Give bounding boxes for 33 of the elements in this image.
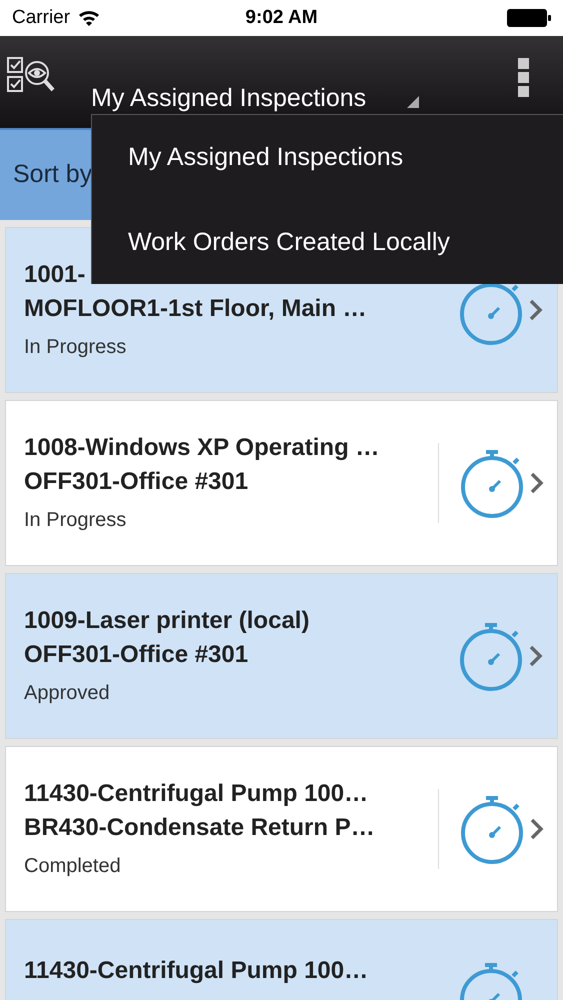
record-location: MOFLOOR1-1st Floor, Main …: [24, 294, 368, 324]
record-status: Approved: [24, 681, 111, 706]
record-card[interactable]: 11430-Centrifugal Pump 100… BR430-Condensate Return P… Completed: [5, 746, 558, 912]
record-location: OFF301-Office #301: [24, 467, 250, 497]
stopwatch-icon: [459, 447, 525, 519]
dropdown-caret-icon: [407, 96, 419, 108]
chevron-right-icon: [529, 645, 543, 667]
chevron-right-icon: [529, 299, 543, 321]
record-card[interactable]: 1008-Windows XP Operating … OFF301-Office #301 In Progress: [5, 400, 558, 566]
record-title: 11430-Centrifugal Pump 100…: [24, 956, 370, 986]
record-status: In Progress: [24, 335, 128, 360]
record-title: 11430-Centrifugal Pump 100…: [24, 779, 370, 809]
record-title: 1001-: [24, 260, 86, 290]
record-status: Completed: [24, 854, 122, 879]
stopwatch-icon: [459, 793, 525, 865]
stopwatch-icon: [458, 620, 524, 692]
record-status: In Progress: [24, 508, 128, 533]
battery-icon: [507, 9, 551, 27]
carrier-name: Carrier: [12, 6, 70, 30]
menu-item[interactable]: My Assigned Inspections: [92, 115, 563, 200]
record-card[interactable]: 11430-Centrifugal Pump 100…: [5, 919, 558, 1000]
more-options-icon[interactable]: [518, 58, 529, 98]
record-title: 1009-Laser printer (local): [24, 606, 310, 636]
record-location: BR430-Condensate Return P…: [24, 813, 376, 843]
view-title[interactable]: My Assigned Inspections: [91, 80, 366, 118]
inspection-checklist-icon[interactable]: [7, 57, 55, 95]
wifi-icon: [78, 10, 100, 26]
chevron-right-icon: [530, 472, 544, 494]
record-location: OFF301-Office #301: [24, 640, 250, 670]
record-card[interactable]: 1009-Laser printer (local) OFF301-Office #301 Approved: [5, 573, 558, 739]
chevron-right-icon: [530, 818, 544, 840]
clock-time: 9:02 AM: [245, 6, 318, 30]
record-title: 1008-Windows XP Operating …: [24, 433, 380, 463]
